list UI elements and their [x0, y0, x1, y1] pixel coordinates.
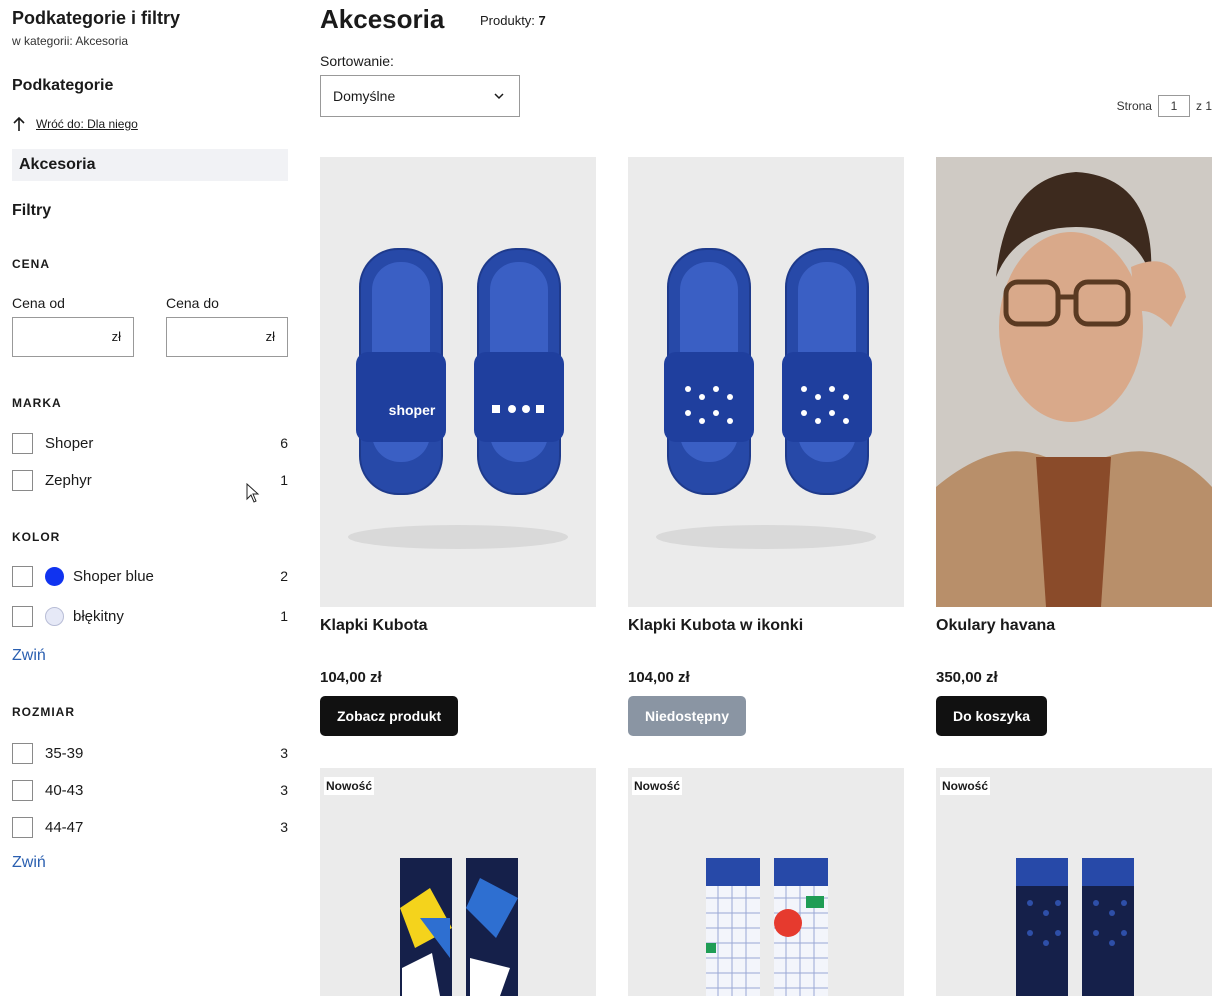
product-count: Produkty: 7 — [480, 13, 546, 28]
view-product-button[interactable]: Zobacz produkt — [320, 696, 459, 736]
price-to-input[interactable]: zł — [166, 317, 288, 357]
back-link[interactable]: Wróć do: Dla niego — [12, 116, 138, 132]
mouse-pointer-icon — [246, 483, 260, 503]
back-link-label: Wróć do: Dla niego — [36, 117, 138, 131]
sort-value: Domyślne — [333, 88, 396, 104]
size-heading: ROZMIAR — [12, 705, 75, 719]
color-swatch — [45, 606, 64, 626]
checkbox[interactable] — [12, 565, 33, 587]
checkbox[interactable] — [12, 742, 33, 764]
filter-label: Shoper blue — [73, 567, 154, 585]
product-listing: Akcesoria Produkty: 7 Sortowanie: Domyśl… — [320, 0, 1212, 996]
product-price: 350,00 zł — [936, 669, 998, 686]
add-to-cart-button[interactable]: Do koszyka — [936, 696, 1048, 736]
product-name[interactable]: Klapki Kubota — [320, 617, 428, 635]
page-title: Akcesoria — [320, 4, 445, 34]
checkbox[interactable] — [12, 469, 33, 491]
filter-brand-shoper[interactable]: Shoper 6 — [12, 432, 288, 454]
filter-label: Shoper — [45, 434, 94, 452]
sort-select[interactable]: Domyślne — [320, 75, 520, 117]
product-image[interactable] — [320, 768, 596, 996]
product-name[interactable]: Okulary havana — [936, 617, 1055, 635]
sidebar-subtitle: w kategorii: Akcesoria — [12, 34, 129, 48]
filter-color-shoper-blue[interactable]: Shoper blue 2 — [12, 565, 288, 587]
filter-size-40-43[interactable]: 40-43 3 — [12, 779, 288, 801]
filter-color-blekitny[interactable]: błękitny 1 — [12, 605, 288, 627]
filter-count: 1 — [280, 608, 288, 624]
product-image[interactable] — [936, 157, 1212, 607]
product-image[interactable] — [936, 768, 1212, 996]
product-card[interactable]: Nowość — [320, 768, 596, 996]
product-count-value: 7 — [538, 13, 546, 28]
price-from-input[interactable]: zł — [12, 317, 134, 357]
filters-heading: Filtry — [12, 202, 52, 219]
filter-count: 3 — [280, 745, 288, 761]
product-image[interactable] — [628, 768, 904, 996]
checkbox[interactable] — [12, 605, 33, 627]
page-number-input[interactable]: 1 — [1157, 95, 1190, 117]
color-collapse-link[interactable]: Zwiń — [12, 647, 46, 665]
product-name[interactable]: Klapki Kubota w ikonki — [628, 617, 803, 635]
socks-icons-image — [1016, 858, 1134, 996]
product-price: 104,00 zł — [628, 669, 690, 686]
product-count-label: Produkty: — [480, 13, 535, 28]
subcategories-heading: Podkategorie — [12, 77, 114, 94]
new-badge: Nowość — [940, 777, 991, 795]
filter-size-35-39[interactable]: 35-39 3 — [12, 742, 288, 764]
category-akcesoria[interactable]: Akcesoria — [12, 149, 288, 181]
svg-text:shoper: shoper — [389, 402, 436, 418]
slippers-image: shoper — [348, 248, 568, 549]
checkbox[interactable] — [12, 779, 33, 801]
price-heading: CENA — [12, 257, 51, 271]
socks-grid-image — [706, 858, 828, 996]
checkbox[interactable] — [12, 816, 33, 838]
slippers-icons-image — [656, 248, 876, 549]
man-with-glasses-image — [936, 157, 1212, 607]
back-arrow-icon — [13, 116, 25, 131]
new-badge: Nowość — [632, 777, 683, 795]
filter-count: 3 — [280, 782, 288, 798]
price-to-label: Cena do — [166, 295, 219, 311]
filter-size-44-47[interactable]: 44-47 3 — [12, 816, 288, 838]
sort-label: Sortowanie: — [320, 53, 394, 69]
size-collapse-link[interactable]: Zwiń — [12, 854, 46, 872]
color-heading: KOLOR — [12, 530, 61, 544]
new-badge: Nowość — [324, 777, 375, 795]
pager-total: z 1 — [1195, 99, 1212, 113]
pager-label: Strona — [1116, 99, 1152, 113]
filter-count: 2 — [280, 568, 288, 584]
socks-pattern-image — [400, 858, 518, 996]
filter-count: 1 — [280, 472, 288, 488]
sidebar-title: Podkategorie i filtry — [12, 8, 181, 28]
filter-label: 44-47 — [45, 818, 84, 836]
product-image[interactable] — [628, 157, 904, 607]
filter-label: Zephyr — [45, 471, 92, 489]
pagination: Strona 1 z 1 — [1117, 95, 1212, 117]
filter-count: 6 — [280, 435, 288, 451]
price-from-label: Cena od — [12, 295, 65, 311]
currency-label: zł — [111, 329, 121, 344]
filter-label: 40-43 — [45, 781, 84, 799]
filter-label: 35-39 — [45, 744, 84, 762]
filter-count: 3 — [280, 819, 288, 835]
currency-label: zł — [265, 329, 275, 344]
product-card[interactable]: Nowość — [628, 768, 904, 996]
unavailable-button[interactable]: Niedostępny — [628, 696, 747, 736]
product-card[interactable]: Nowość — [936, 768, 1212, 996]
product-image[interactable]: shoper — [320, 157, 596, 607]
brand-heading: MARKA — [12, 396, 62, 410]
product-price: 104,00 zł — [320, 669, 382, 686]
color-swatch — [45, 566, 64, 586]
checkbox[interactable] — [12, 432, 33, 454]
filter-label: błękitny — [73, 607, 124, 625]
chevron-down-icon — [494, 93, 504, 100]
